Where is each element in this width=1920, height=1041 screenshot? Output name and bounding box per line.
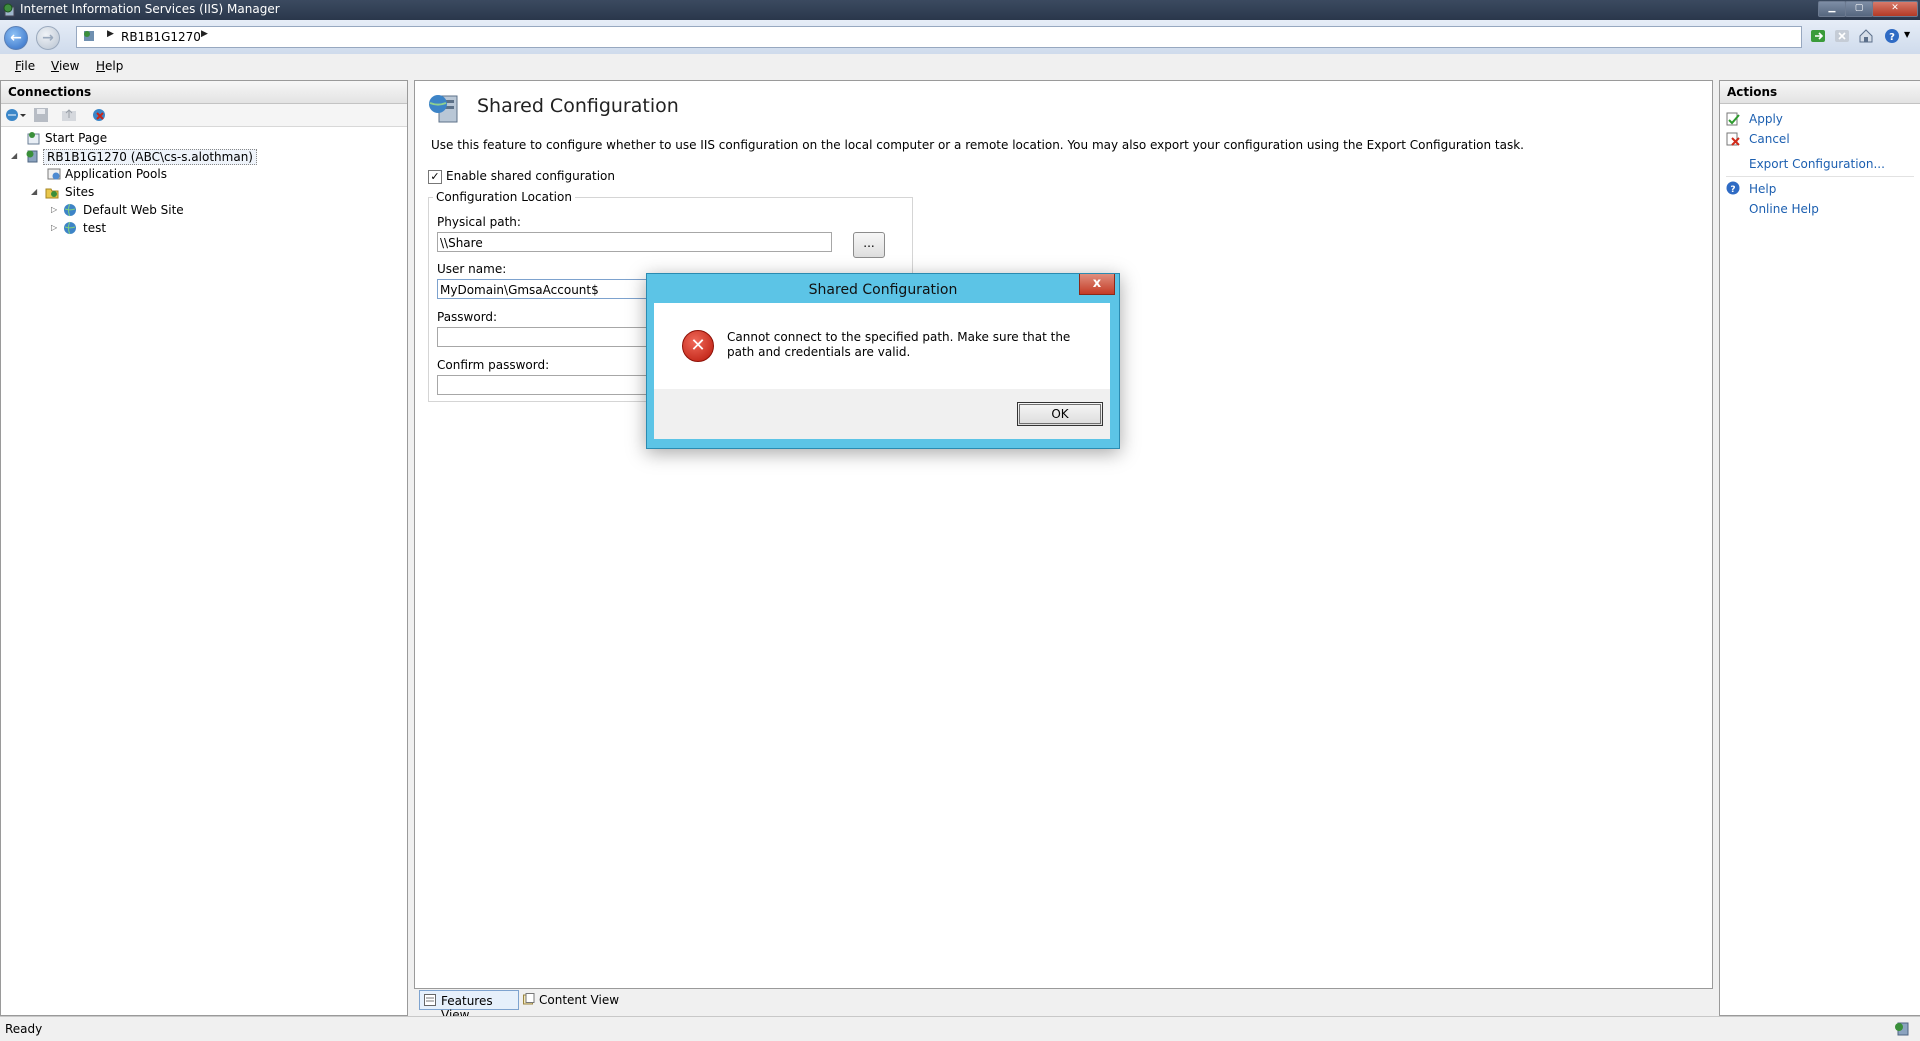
error-message: Cannot connect to the specified path. Ma… xyxy=(727,330,1071,359)
back-arrow-icon: ← xyxy=(10,30,22,46)
forward-button[interactable]: → xyxy=(36,26,60,50)
actions-header: Actions xyxy=(1720,81,1920,104)
actions-divider xyxy=(1726,176,1914,177)
breadcrumb-separator-icon[interactable]: ▶ xyxy=(107,29,114,39)
confirm-password-label: Confirm password: xyxy=(437,358,550,372)
address-bar[interactable]: ▶ RB1B1G1270 ▶ xyxy=(76,26,1802,48)
svg-text:?: ? xyxy=(1730,185,1735,195)
online-help-link[interactable]: Online Help xyxy=(1749,202,1819,216)
cancel-link[interactable]: Cancel xyxy=(1749,132,1790,146)
expand-icon[interactable]: ▷ xyxy=(51,223,57,232)
tree-item-sites[interactable]: ◢ Sites xyxy=(1,184,407,202)
tree-item-application-pools[interactable]: Application Pools xyxy=(1,166,407,184)
save-connections-icon[interactable] xyxy=(33,107,49,126)
stop-icon[interactable] xyxy=(1834,28,1850,44)
back-button[interactable]: ← xyxy=(4,26,28,50)
delete-connection-icon[interactable] xyxy=(91,107,107,126)
dialog-title: Shared Configuration xyxy=(808,282,958,298)
server-icon xyxy=(83,30,95,42)
tree-item-default-web-site[interactable]: ▷ Default Web Site xyxy=(1,202,407,220)
dialog-footer: OK xyxy=(654,389,1110,439)
dialog-close-button[interactable]: x xyxy=(1079,274,1115,295)
physical-path-label: Physical path: xyxy=(437,215,521,229)
tab-content-view[interactable]: Content View xyxy=(521,990,621,1010)
forward-arrow-icon: → xyxy=(42,30,54,46)
shared-configuration-icon xyxy=(427,91,461,128)
svg-text:?: ? xyxy=(1889,32,1895,43)
menu-file[interactable]: File xyxy=(15,59,35,73)
menu-view[interactable]: View xyxy=(51,59,79,73)
tab-features-view[interactable]: Features View xyxy=(419,990,519,1022)
window-close-button[interactable]: ✕ xyxy=(1872,1,1918,17)
minimize-button[interactable]: ▁ xyxy=(1818,1,1846,17)
up-level-icon[interactable] xyxy=(61,107,77,126)
network-status-icon xyxy=(1894,1021,1910,1040)
maximize-button[interactable]: ▢ xyxy=(1845,1,1873,17)
ok-button[interactable]: OK xyxy=(1017,402,1103,426)
application-pools-icon xyxy=(47,167,61,181)
collapse-icon[interactable]: ◢ xyxy=(31,187,37,196)
collapse-icon[interactable]: ◢ xyxy=(11,151,17,160)
refresh-icon[interactable] xyxy=(1810,28,1826,44)
connections-header: Connections xyxy=(1,81,407,104)
connections-toolbar xyxy=(1,104,407,127)
sites-folder-icon xyxy=(45,185,59,199)
website-globe-icon xyxy=(63,221,77,235)
physical-path-input[interactable]: \\Share xyxy=(437,232,832,252)
menu-bar: File View Help xyxy=(0,54,1920,80)
breadcrumb-server[interactable]: RB1B1G1270 xyxy=(121,30,201,44)
feature-description: Use this feature to configure whether to… xyxy=(431,138,1524,152)
start-page-icon xyxy=(27,131,41,145)
tree-item-test[interactable]: ▷ test xyxy=(1,220,407,238)
feature-content-panel: Shared Configuration Use this feature to… xyxy=(414,80,1713,989)
help-dropdown-icon[interactable]: ▼ xyxy=(1904,30,1910,39)
page-title: Shared Configuration xyxy=(477,95,679,117)
features-view-icon xyxy=(424,994,436,1009)
website-globe-icon xyxy=(63,203,77,217)
help-link[interactable]: Help xyxy=(1749,182,1776,196)
connect-icon[interactable] xyxy=(5,107,27,126)
apply-icon xyxy=(1726,112,1740,126)
home-icon[interactable] xyxy=(1858,28,1874,44)
expand-icon[interactable]: ▷ xyxy=(51,205,57,214)
iis-app-icon xyxy=(3,3,17,17)
tree-item-server[interactable]: ◢ RB1B1G1270 (ABC\cs-s.alothman) xyxy=(1,148,407,166)
dialog-body: ✕ Cannot connect to the specified path. … xyxy=(654,303,1110,439)
help-icon: ? xyxy=(1726,181,1740,195)
browse-button[interactable]: ... xyxy=(853,232,885,258)
content-view-icon xyxy=(523,993,535,1008)
group-title: Configuration Location xyxy=(433,190,575,204)
cancel-icon xyxy=(1726,132,1740,146)
export-configuration-link[interactable]: Export Configuration... xyxy=(1749,157,1885,171)
server-icon xyxy=(25,149,39,163)
connections-panel: Connections Start Page ◢ RB1B1G1270 (ABC… xyxy=(0,80,408,1016)
checkbox-box[interactable]: ✓ xyxy=(428,170,442,184)
status-bar: Ready xyxy=(0,1016,1920,1041)
actions-panel: Actions Apply Cancel Export Configuratio… xyxy=(1719,80,1920,1016)
navigation-bar: ← → ▶ RB1B1G1270 ▶ ? ▼ xyxy=(0,20,1920,55)
menu-help[interactable]: Help xyxy=(96,59,123,73)
breadcrumb-separator-icon[interactable]: ▶ xyxy=(201,29,208,39)
help-menu-icon[interactable]: ? xyxy=(1884,28,1900,44)
apply-link[interactable]: Apply xyxy=(1749,112,1783,126)
username-label: User name: xyxy=(437,262,507,276)
window-title-bar[interactable]: Internet Information Services (IIS) Mana… xyxy=(0,0,1920,20)
tree-item-start-page[interactable]: Start Page xyxy=(1,130,407,148)
error-dialog: Shared Configuration x ✕ Cannot connect … xyxy=(646,273,1120,449)
status-text: Ready xyxy=(5,1022,43,1036)
error-icon: ✕ xyxy=(682,330,714,362)
window-title: Internet Information Services (IIS) Mana… xyxy=(20,2,280,16)
password-label: Password: xyxy=(437,310,498,324)
